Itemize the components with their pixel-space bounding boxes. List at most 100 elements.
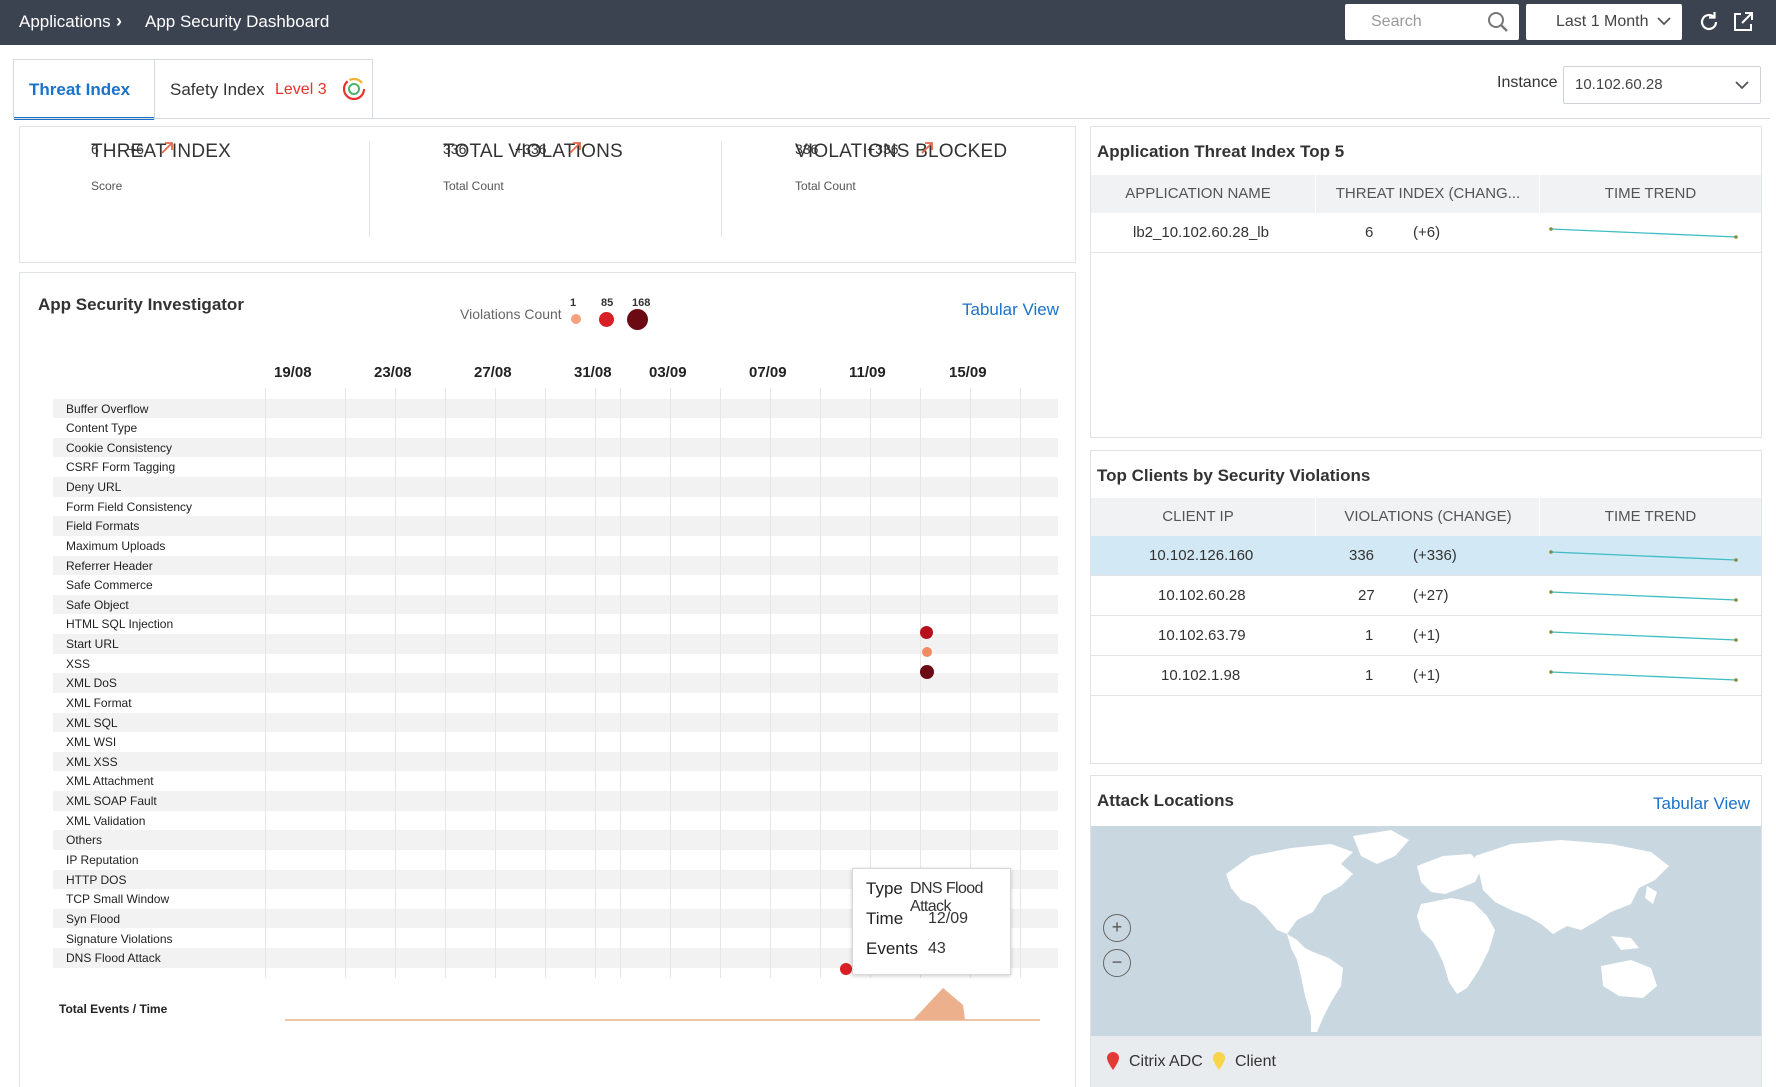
- attack-locations-tabular-view-link[interactable]: Tabular View: [1653, 794, 1750, 814]
- violation-type-label: Form Field Consistency: [66, 499, 193, 514]
- violation-type-label: HTML SQL Injection: [66, 617, 174, 632]
- violation-type-label: XML SQL: [66, 715, 118, 730]
- date-label: 07/09: [749, 364, 787, 381]
- client-ip: 10.102.63.79: [1158, 627, 1246, 644]
- violation-type-label: Safe Object: [66, 597, 129, 612]
- column-header[interactable]: VIOLATIONS (CHANGE): [1316, 508, 1540, 525]
- external-link-icon[interactable]: [1731, 10, 1755, 34]
- legend-dot-mid: [599, 312, 614, 327]
- zoom-out-button[interactable]: −: [1103, 949, 1131, 977]
- threat-top5-header: APPLICATION NAME THREAT INDEX (CHANG... …: [1091, 175, 1761, 213]
- table-row[interactable]: 10.102.63.79 1 (+1): [1091, 616, 1761, 656]
- legend-dot-high: [627, 309, 648, 330]
- event-dot-start-url[interactable]: [922, 647, 932, 657]
- tab-safety-index[interactable]: Safety Index Level 3: [154, 60, 373, 120]
- date-label: 23/08: [374, 364, 412, 381]
- grid-line: [495, 388, 496, 978]
- kpi-value: 336: [443, 141, 467, 157]
- tab-threat-index[interactable]: Threat Index: [14, 60, 154, 120]
- violation-row: Cookie Consistency: [53, 437, 1058, 458]
- table-row[interactable]: lb2_10.102.60.28_lb 6 (+6): [1091, 213, 1761, 253]
- event-dot-xss[interactable]: [920, 665, 934, 679]
- map-legend: Citrix ADC Client: [1091, 1036, 1761, 1087]
- violation-row: HTML SQL Injection: [53, 614, 1058, 635]
- map-pin-yellow-icon: [1213, 1052, 1225, 1070]
- column-header[interactable]: THREAT INDEX (CHANG...: [1316, 185, 1540, 202]
- chevron-down-icon: [1657, 17, 1671, 26]
- time-range-select[interactable]: Last 1 Month: [1526, 4, 1682, 40]
- kpi-divider: [721, 141, 722, 237]
- violation-type-label: Referrer Header: [66, 558, 153, 573]
- column-header[interactable]: CLIENT IP: [1091, 508, 1305, 525]
- client-violations: 336: [1349, 547, 1375, 564]
- investigator-tabular-view-link[interactable]: Tabular View: [962, 300, 1059, 320]
- breadcrumb-applications[interactable]: Applications: [19, 12, 111, 32]
- violation-type-label: Deny URL: [66, 480, 122, 495]
- trend-sparkline: [1549, 227, 1738, 239]
- grid-line: [595, 388, 596, 978]
- violation-type-label: XML XSS: [66, 754, 118, 769]
- client-change: (+27): [1413, 587, 1449, 604]
- kpi-card: THREAT INDEX Score 6 +6 TOTAL VIOLATIONS…: [19, 126, 1076, 263]
- event-dot-dns-flood-attack[interactable]: [840, 963, 852, 975]
- grid-line: [770, 388, 771, 978]
- world-map[interactable]: + −: [1091, 826, 1761, 1036]
- column-header[interactable]: TIME TREND: [1540, 508, 1761, 525]
- violation-type-label: Field Formats: [66, 519, 140, 534]
- violation-type-label: DNS Flood Attack: [66, 951, 161, 966]
- violation-type-label: Start URL: [66, 637, 119, 652]
- breadcrumb-chevron-icon: ›: [116, 11, 122, 31]
- violation-row: Maximum Uploads: [53, 535, 1058, 556]
- investigator-title: App Security Investigator: [38, 295, 244, 314]
- table-row[interactable]: 10.102.1.98 1 (+1): [1091, 656, 1761, 696]
- search-icon[interactable]: [1487, 11, 1509, 33]
- kpi-subtitle: Total Count: [795, 179, 856, 193]
- client-violations: 27: [1358, 587, 1375, 604]
- threat-top5-card: [1090, 126, 1762, 438]
- grid-line: [445, 388, 446, 978]
- table-row[interactable]: 10.102.126.160 336 (+336): [1091, 536, 1761, 576]
- date-label: 31/08: [574, 364, 612, 381]
- violation-row: Field Formats: [53, 516, 1058, 536]
- violation-type-label: IP Reputation: [66, 852, 139, 867]
- kpi-change: +336: [867, 141, 899, 157]
- grid-line: [545, 388, 546, 978]
- date-label: 27/08: [474, 364, 512, 381]
- refresh-icon[interactable]: [1697, 10, 1721, 34]
- world-map-shapes: [1226, 830, 1669, 1032]
- total-events-sparkline: [285, 988, 1040, 1021]
- violation-type-label: XML SOAP Fault: [66, 794, 157, 809]
- trend-sparkline: [1549, 670, 1738, 682]
- legend-value-mid: 85: [601, 297, 614, 309]
- violation-type-label: Buffer Overflow: [66, 401, 149, 416]
- violation-type-label: XSS: [66, 656, 91, 671]
- threat-value: 6: [1365, 224, 1374, 241]
- violation-row: Safe Object: [53, 594, 1058, 615]
- search-input[interactable]: Search: [1345, 4, 1519, 40]
- instance-select[interactable]: 10.102.60.28: [1563, 66, 1761, 104]
- violation-row: Start URL: [53, 634, 1058, 654]
- event-tooltip: Type DNS Flood Attack Time 12/09 Events …: [852, 868, 1011, 975]
- tab-safety-index-label: Safety Index: [170, 80, 265, 99]
- table-row[interactable]: 10.102.60.28 27 (+27): [1091, 576, 1761, 616]
- violation-type-label: Signature Violations: [66, 931, 173, 946]
- violation-row: XML Format: [53, 692, 1058, 713]
- grid-line: [720, 388, 721, 978]
- violation-type-label: Syn Flood: [66, 911, 121, 926]
- zoom-in-button[interactable]: +: [1103, 914, 1131, 942]
- event-dot-html-sql-injection[interactable]: [920, 626, 933, 639]
- violation-row: IP Reputation: [53, 849, 1058, 870]
- grid-line: [670, 388, 671, 978]
- search-placeholder: Search: [1371, 13, 1422, 30]
- client-change: (+1): [1413, 667, 1441, 684]
- arrow-up-right-icon: [569, 142, 581, 154]
- top-clients-header: CLIENT IP VIOLATIONS (CHANGE) TIME TREND: [1091, 498, 1761, 536]
- breadcrumb-current: App Security Dashboard: [145, 12, 330, 31]
- legend-value-low: 1: [570, 297, 577, 309]
- column-header[interactable]: APPLICATION NAME: [1091, 185, 1305, 202]
- client-change: (+336): [1413, 547, 1457, 564]
- legend-value-high: 168: [632, 297, 651, 309]
- kpi-violations-blocked: VIOLATIONS BLOCKED Total Count: [795, 141, 1007, 193]
- instance-label: Instance: [1497, 74, 1558, 91]
- column-header[interactable]: TIME TREND: [1540, 185, 1761, 202]
